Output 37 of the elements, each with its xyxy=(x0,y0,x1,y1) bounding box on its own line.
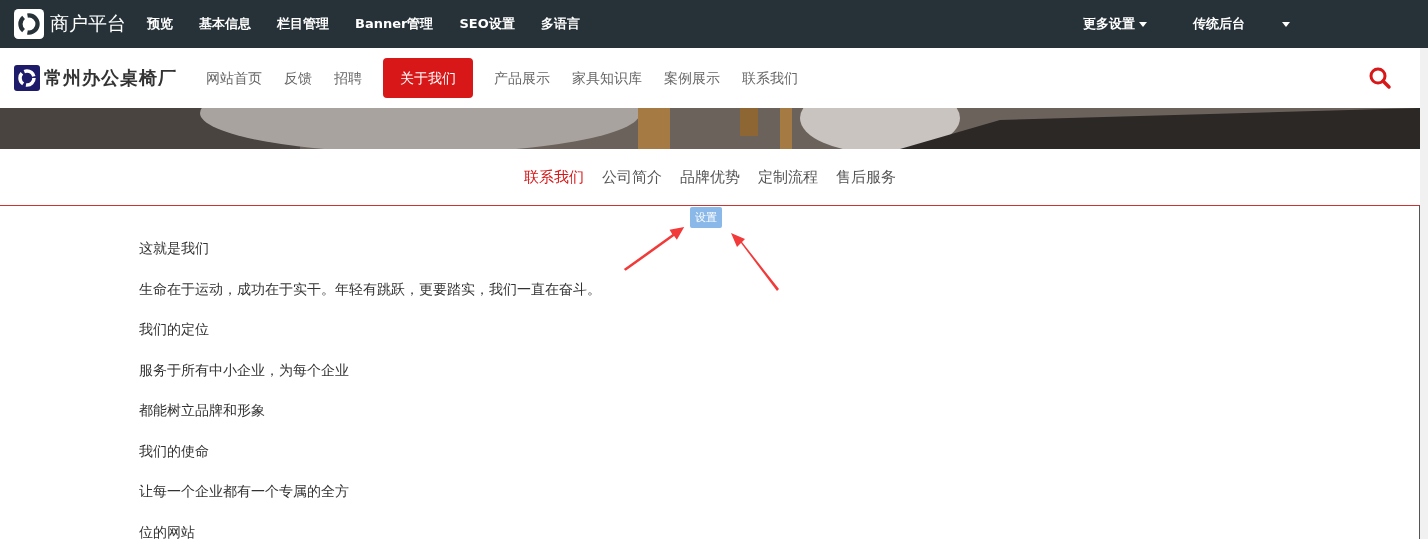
admin-menu-item[interactable]: 预览 xyxy=(134,15,186,33)
search-icon[interactable] xyxy=(1368,66,1392,90)
nav-link[interactable]: 家具知识库 xyxy=(562,58,652,98)
content-text: 这就是我们 xyxy=(139,239,209,258)
caret-icon[interactable] xyxy=(1282,21,1290,27)
scrollbar[interactable] xyxy=(1420,48,1428,539)
nav-link[interactable]: 反馈 xyxy=(274,58,322,98)
admin-menu-item[interactable]: 传统后台 xyxy=(1180,15,1258,33)
admin-menu-item[interactable]: 更多设置 xyxy=(1070,15,1160,33)
sub-tab[interactable]: 定制流程 xyxy=(758,167,818,187)
content-text: 我们的定位 xyxy=(139,320,209,339)
nav-link[interactable]: 联系我们 xyxy=(732,58,808,98)
platform-logo-icon xyxy=(14,9,44,39)
sub-tab[interactable]: 联系我们 xyxy=(524,167,584,187)
nav-link[interactable]: 关于我们 xyxy=(383,58,473,98)
content-text: 服务于所有中小企业，为每个企业 xyxy=(139,360,349,380)
nav-link[interactable]: 招聘 xyxy=(324,58,372,98)
content-text: 都能树立品牌和形象 xyxy=(139,401,265,420)
admin-menu-item[interactable]: SEO设置 xyxy=(446,15,528,33)
admin-menu-item[interactable]: 多语言 xyxy=(527,15,593,33)
sub-tab[interactable]: 售后服务 xyxy=(836,167,896,187)
admin-menu-item[interactable]: 基本信息 xyxy=(186,15,264,33)
content-text: 生命在于运动，成功在于实干。年轻有跳跃，更要踏实，我们一直在奋斗。 xyxy=(139,279,601,299)
admin-menu-item[interactable]: 栏目管理 xyxy=(264,15,342,33)
nav-link[interactable]: 产品展示 xyxy=(484,58,560,98)
arrow xyxy=(729,231,779,293)
company-logo-icon xyxy=(14,65,40,91)
content-text: 位的网站 xyxy=(139,522,195,539)
sub-tab[interactable]: 公司简介 xyxy=(602,167,662,187)
platform-title: 商户平台 xyxy=(50,11,126,36)
nav-link[interactable]: 案例展示 xyxy=(654,58,730,98)
sub-tab[interactable]: 品牌优势 xyxy=(680,167,740,187)
nav-link[interactable]: 网站首页 xyxy=(196,58,272,98)
content-text: 我们的使命 xyxy=(139,441,209,461)
content-text: 让每一个企业都有一个专属的全方 xyxy=(139,482,349,501)
company-name: 常州办公桌椅厂 xyxy=(44,66,177,90)
admin-menu-item[interactable]: Banner管理 xyxy=(342,15,447,33)
